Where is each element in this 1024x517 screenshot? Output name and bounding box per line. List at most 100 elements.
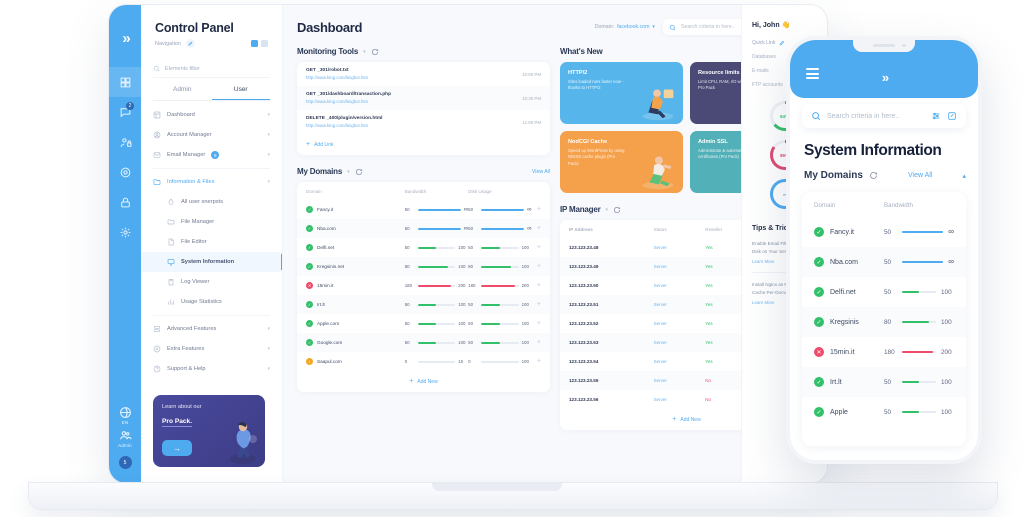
view-mode-grid[interactable]: [261, 40, 268, 47]
rail-item-gear[interactable]: [109, 217, 141, 247]
sidebar-item-label: System Information: [181, 259, 235, 265]
whats-new-card[interactable]: NodCGI Cache Speed up WordPress by using …: [560, 131, 683, 193]
bandwidth-used: 80: [884, 318, 892, 326]
tab-admin[interactable]: Admin: [153, 78, 212, 100]
mail-icon: [153, 152, 161, 158]
rail-item-account[interactable]: Admin: [109, 429, 141, 448]
rail-item-grid[interactable]: [109, 67, 141, 97]
chevron-down-icon[interactable]: ▾: [652, 24, 655, 30]
refresh-icon[interactable]: [371, 48, 379, 56]
list-item[interactable]: ✓ Nba.com 50 ∞: [802, 247, 966, 277]
rail-item-language[interactable]: EN: [109, 406, 141, 425]
row-add-icon[interactable]: +: [532, 263, 541, 270]
chevron-down-icon[interactable]: ▾: [267, 152, 270, 158]
table-row[interactable]: ✓ Irt.lt 50 100 50 100 +: [297, 295, 550, 314]
monitoring-url[interactable]: http://www.bing.com/bingbot.htm: [306, 75, 368, 80]
chevron-down-icon[interactable]: ▾: [267, 132, 270, 138]
table-row[interactable]: ✕ 15min.it 180 200 180 200 +: [297, 276, 550, 295]
sidebar-item-all-user-snerpsts[interactable]: All user snerpsts: [141, 192, 282, 212]
monitoring-url[interactable]: http://www.bing.com/bingbot.htm: [306, 99, 391, 104]
refresh-icon[interactable]: [869, 171, 878, 180]
rail-item-chat[interactable]: 2: [109, 97, 141, 127]
sidebar-item-support-help[interactable]: Support & Help ▾: [141, 359, 282, 379]
chevrons-right-icon[interactable]: »: [882, 70, 889, 85]
chevrons-right-icon[interactable]: »: [114, 27, 136, 49]
phone-search-input[interactable]: Search criteria in here..: [802, 104, 966, 128]
list-item[interactable]: ✓ Fancy.it 50 ∞: [802, 217, 966, 247]
column-left: Monitoring Tools ▾ GET _301/robot.txt htt…: [297, 47, 550, 430]
whats-new-card[interactable]: HTTP/2 Sites loaded runs faster now - tha…: [560, 62, 683, 124]
row-add-icon[interactable]: +: [532, 339, 541, 346]
add-link-button[interactable]: + Add Link: [297, 134, 550, 155]
ip-address: 123.123.23.54: [569, 359, 599, 364]
domain-name: Irt.lt: [830, 378, 842, 386]
sidebar-item-information-files[interactable]: Information & Files ▾: [141, 172, 282, 192]
row-add-icon[interactable]: +: [532, 206, 541, 213]
monitoring-row[interactable]: DELETE _400/plugin/version.html http://ww…: [297, 110, 550, 134]
list-item[interactable]: ✓ Kregsinis 80 100: [802, 307, 966, 337]
table-row[interactable]: ✓ Apple.com 50 100 50 100 +: [297, 314, 550, 333]
sidebar-item-system-information[interactable]: System Information: [141, 252, 282, 272]
rail-bottom-badge[interactable]: 5: [118, 456, 132, 469]
sidebar-item-label: Log Viewer: [181, 279, 210, 285]
chevron-down-icon[interactable]: ▾: [267, 179, 270, 185]
sidebar-item-usage-statistics[interactable]: Usage Statistics: [141, 292, 282, 312]
edit-square-icon[interactable]: [947, 111, 957, 121]
table-row[interactable]: ✓ Kregsinis.net 80 100 80 100 +: [297, 257, 550, 276]
row-add-icon[interactable]: +: [532, 358, 541, 365]
row-add-icon[interactable]: +: [532, 320, 541, 327]
rail-item-user-lock[interactable]: [109, 127, 141, 157]
monitoring-url[interactable]: http://www.bing.com/bingbot.htm: [306, 123, 383, 128]
phone-view-all[interactable]: View All: [908, 172, 932, 179]
row-add-icon[interactable]: +: [532, 244, 541, 251]
table-row[interactable]: ! Saapul.com 0 15 0 100 +: [297, 352, 550, 371]
nav-edit-toggle[interactable]: [186, 39, 195, 48]
tab-user[interactable]: User: [211, 78, 270, 100]
chevron-down-icon[interactable]: ▾: [363, 49, 366, 55]
rail-item-target[interactable]: [109, 157, 141, 187]
sliders-icon[interactable]: [931, 111, 941, 121]
row-add-icon[interactable]: +: [532, 301, 541, 308]
add-domain-button[interactable]: + Add New: [297, 371, 550, 392]
sidebar-item-advanced-features[interactable]: Advanced Features ▾: [141, 319, 282, 339]
chevron-down-icon[interactable]: ▾: [267, 346, 270, 352]
view-mode-list[interactable]: [251, 40, 258, 47]
pencil-icon[interactable]: [779, 40, 785, 46]
plus-icon: +: [409, 378, 414, 385]
arrow-right-icon[interactable]: →: [162, 440, 192, 456]
domain-selector[interactable]: Domain: facebook.com ▾: [595, 24, 655, 30]
table-row[interactable]: ✓ Nba.com 50 ∞ 50 ∞ +: [297, 219, 550, 238]
sidebar-item-file-manager[interactable]: File Manager: [141, 212, 282, 232]
table-row[interactable]: ✓ Delfi.net 50 100 50 100 +: [297, 238, 550, 257]
my-domains-view-all[interactable]: View All: [532, 169, 550, 175]
chevron-down-icon[interactable]: ▾: [267, 112, 270, 118]
row-add-icon[interactable]: +: [532, 225, 541, 232]
view-mode-switch[interactable]: [251, 40, 268, 47]
sidebar-item-extra-features[interactable]: Extra Features ▾: [141, 339, 282, 359]
chevron-down-icon[interactable]: ▾: [606, 207, 609, 213]
monitoring-row[interactable]: GET _301/dashboard/transaction.php http:/…: [297, 86, 550, 110]
sidebar-item-file-editor[interactable]: File Editor: [141, 232, 282, 252]
refresh-icon[interactable]: [355, 168, 363, 176]
list-item[interactable]: ✓ Delfi.net 50 100: [802, 277, 966, 307]
list-item[interactable]: ✓ Apple 50 100: [802, 397, 966, 427]
sidebar-item-dashboard[interactable]: Dashboard ▾: [141, 105, 282, 125]
table-row[interactable]: ✓ Google.com 50 100 50 100 +: [297, 333, 550, 352]
list-item[interactable]: ✕ 15min.it 180 200: [802, 337, 966, 367]
elements-filter[interactable]: Elements filter: [153, 60, 270, 78]
refresh-icon[interactable]: [613, 206, 621, 214]
table-row[interactable]: ✓ Fancy.it 50 ∞ 50 ∞ +: [297, 200, 550, 219]
chevron-down-icon[interactable]: ▾: [267, 326, 270, 332]
chevron-down-icon[interactable]: ▾: [267, 366, 270, 372]
hamburger-icon[interactable]: [806, 68, 819, 79]
row-add-icon[interactable]: +: [532, 282, 541, 289]
monitoring-row[interactable]: GET _301/robot.txt http://www.bing.com/bi…: [297, 62, 550, 86]
rail-item-lock[interactable]: [109, 187, 141, 217]
chevron-down-icon[interactable]: ▾: [347, 169, 350, 175]
pro-pack-promo[interactable]: Learn about our Pro Pack. →: [153, 395, 265, 467]
sidebar-item-log-viewer[interactable]: Log Viewer: [141, 272, 282, 292]
list-item[interactable]: ✓ Irt.lt 50 100: [802, 367, 966, 397]
sidebar-item-account-manager[interactable]: Account Manager ▾: [141, 125, 282, 145]
chevron-up-icon[interactable]: ▴: [962, 172, 966, 180]
sidebar-item-email-manager[interactable]: Email Manager 8 ▾: [141, 145, 282, 165]
